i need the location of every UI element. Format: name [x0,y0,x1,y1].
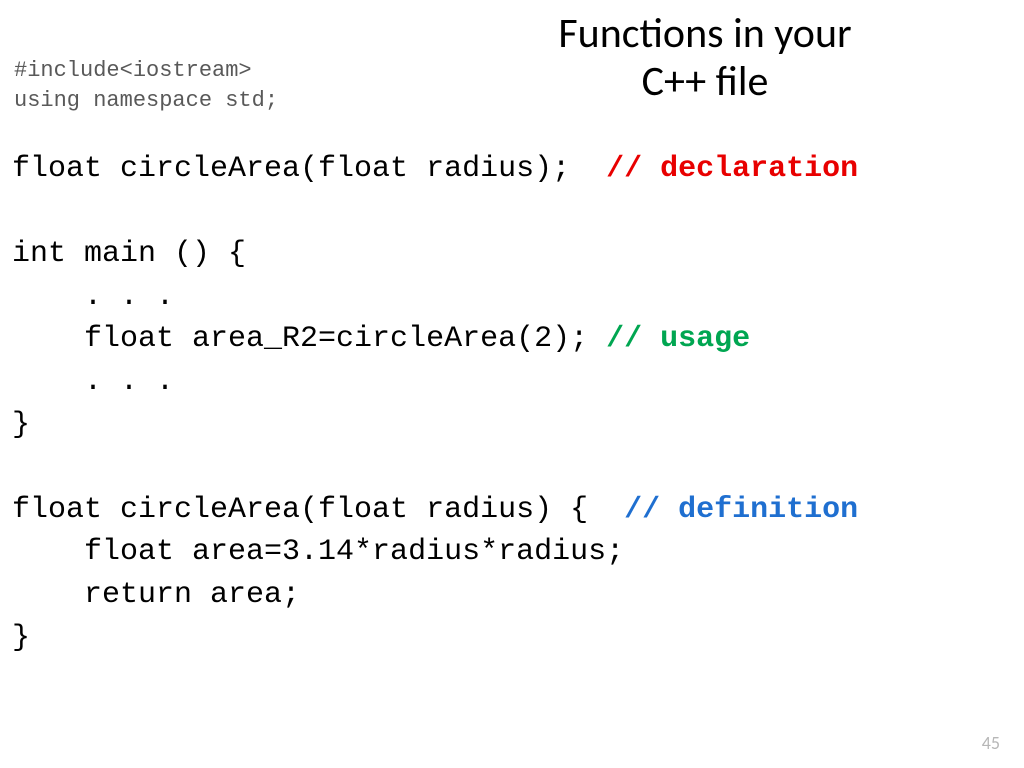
title-line-2: C++ file [642,56,769,107]
preamble-line-2: using namespace std; [14,88,278,113]
code-l9-text: float circleArea(float radius) { [12,493,624,527]
slide: Functions in your C++ file #include<iost… [0,0,1024,768]
slide-title: Functions in your C++ file [440,10,970,107]
code-l10: float area=3.14*radius*radius; [12,535,624,569]
preamble-line-1: #include<iostream> [14,58,252,83]
code-l3: int main () { [12,237,246,271]
code-l1-text: float circleArea(float radius); [12,152,606,186]
code-l4: . . . [12,280,174,314]
code-block: float circleArea(float radius); // decla… [12,148,858,659]
code-l7: } [12,408,30,442]
code-l6: . . . [12,365,174,399]
page-number: 45 [982,732,1000,754]
comment-declaration: // declaration [606,152,858,186]
code-l12: } [12,621,30,655]
code-l11: return area; [12,578,300,612]
comment-usage: // usage [606,322,750,356]
title-line-1: Functions in your [558,8,851,59]
code-l5-text: float area_R2=circleArea(2); [12,322,606,356]
code-preamble: #include<iostream> using namespace std; [14,56,278,115]
comment-definition: // definition [624,493,858,527]
